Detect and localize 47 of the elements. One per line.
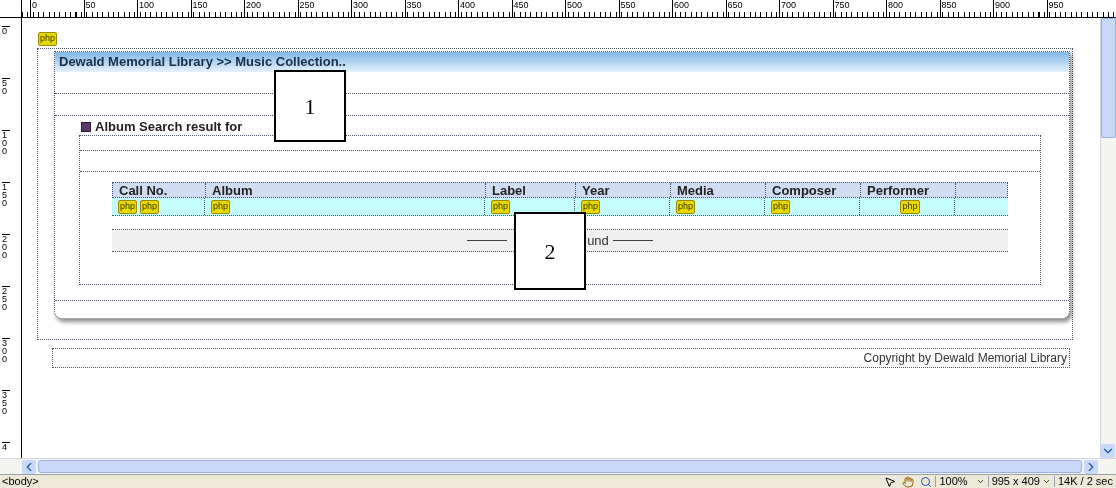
scroll-down-icon[interactable]: [1101, 444, 1115, 458]
php-tag-icon: php: [900, 199, 920, 214]
column-header: Performer: [861, 183, 956, 197]
php-tag-icon: php: [676, 199, 696, 214]
php-tag-icon: php: [581, 199, 601, 214]
page-header: Dewald Memorial Library >> Music Collection..: [55, 52, 1069, 72]
tag-selector[interactable]: <body>: [0, 476, 39, 487]
caret-icon: [975, 477, 985, 486]
ruler-label: 100: [2, 130, 10, 182]
ruler-label: 0: [2, 26, 10, 78]
php-tag-icon: php: [491, 199, 511, 214]
ruler-label: 300: [2, 338, 10, 390]
ruler-label: 200: [2, 234, 10, 286]
callout-box: 1: [274, 70, 346, 142]
callout-box: 2: [514, 212, 586, 290]
rule-line: [467, 240, 508, 241]
column-header: Album: [206, 183, 486, 197]
pointer-tool-icon[interactable]: [884, 475, 897, 488]
download-time: 14K / 2 sec: [1053, 476, 1116, 487]
window-size-dropdown[interactable]: 995 x 409: [987, 476, 1054, 487]
php-tag-icon: php: [118, 199, 138, 214]
php-tag-icon: php: [38, 31, 58, 46]
zoom-dropdown[interactable]: 100%: [935, 476, 988, 487]
scroll-right-icon[interactable]: [1084, 459, 1098, 474]
column-header: Call No.: [113, 183, 206, 197]
column-header: Label: [486, 183, 576, 197]
copyright-text: Copyright by Dewald Memorial Library: [863, 350, 1067, 367]
bullet-icon: [81, 122, 91, 132]
php-tag-icon: php: [771, 199, 791, 214]
empty-message: und: [587, 231, 609, 250]
php-tag-icon: php: [211, 199, 231, 214]
php-tag-icon: php: [140, 199, 160, 214]
search-heading: Album Search result for: [95, 118, 243, 137]
column-header: Year: [576, 183, 671, 197]
ruler-label: 250: [2, 286, 10, 338]
column-header: Composer: [766, 183, 861, 197]
vertical-scrollbar[interactable]: [1100, 18, 1116, 458]
horizontal-scrollbar[interactable]: [0, 458, 1116, 474]
ruler-label: 350: [2, 390, 10, 442]
scroll-left-icon[interactable]: [22, 459, 36, 474]
rule-line: [612, 240, 653, 241]
column-header: Media: [671, 183, 766, 197]
ruler-label: 50: [2, 78, 10, 130]
caret-icon: [1041, 477, 1051, 486]
zoom-tool-icon[interactable]: [920, 475, 933, 488]
ruler-label: 150: [2, 182, 10, 234]
hand-tool-icon[interactable]: [902, 475, 915, 488]
